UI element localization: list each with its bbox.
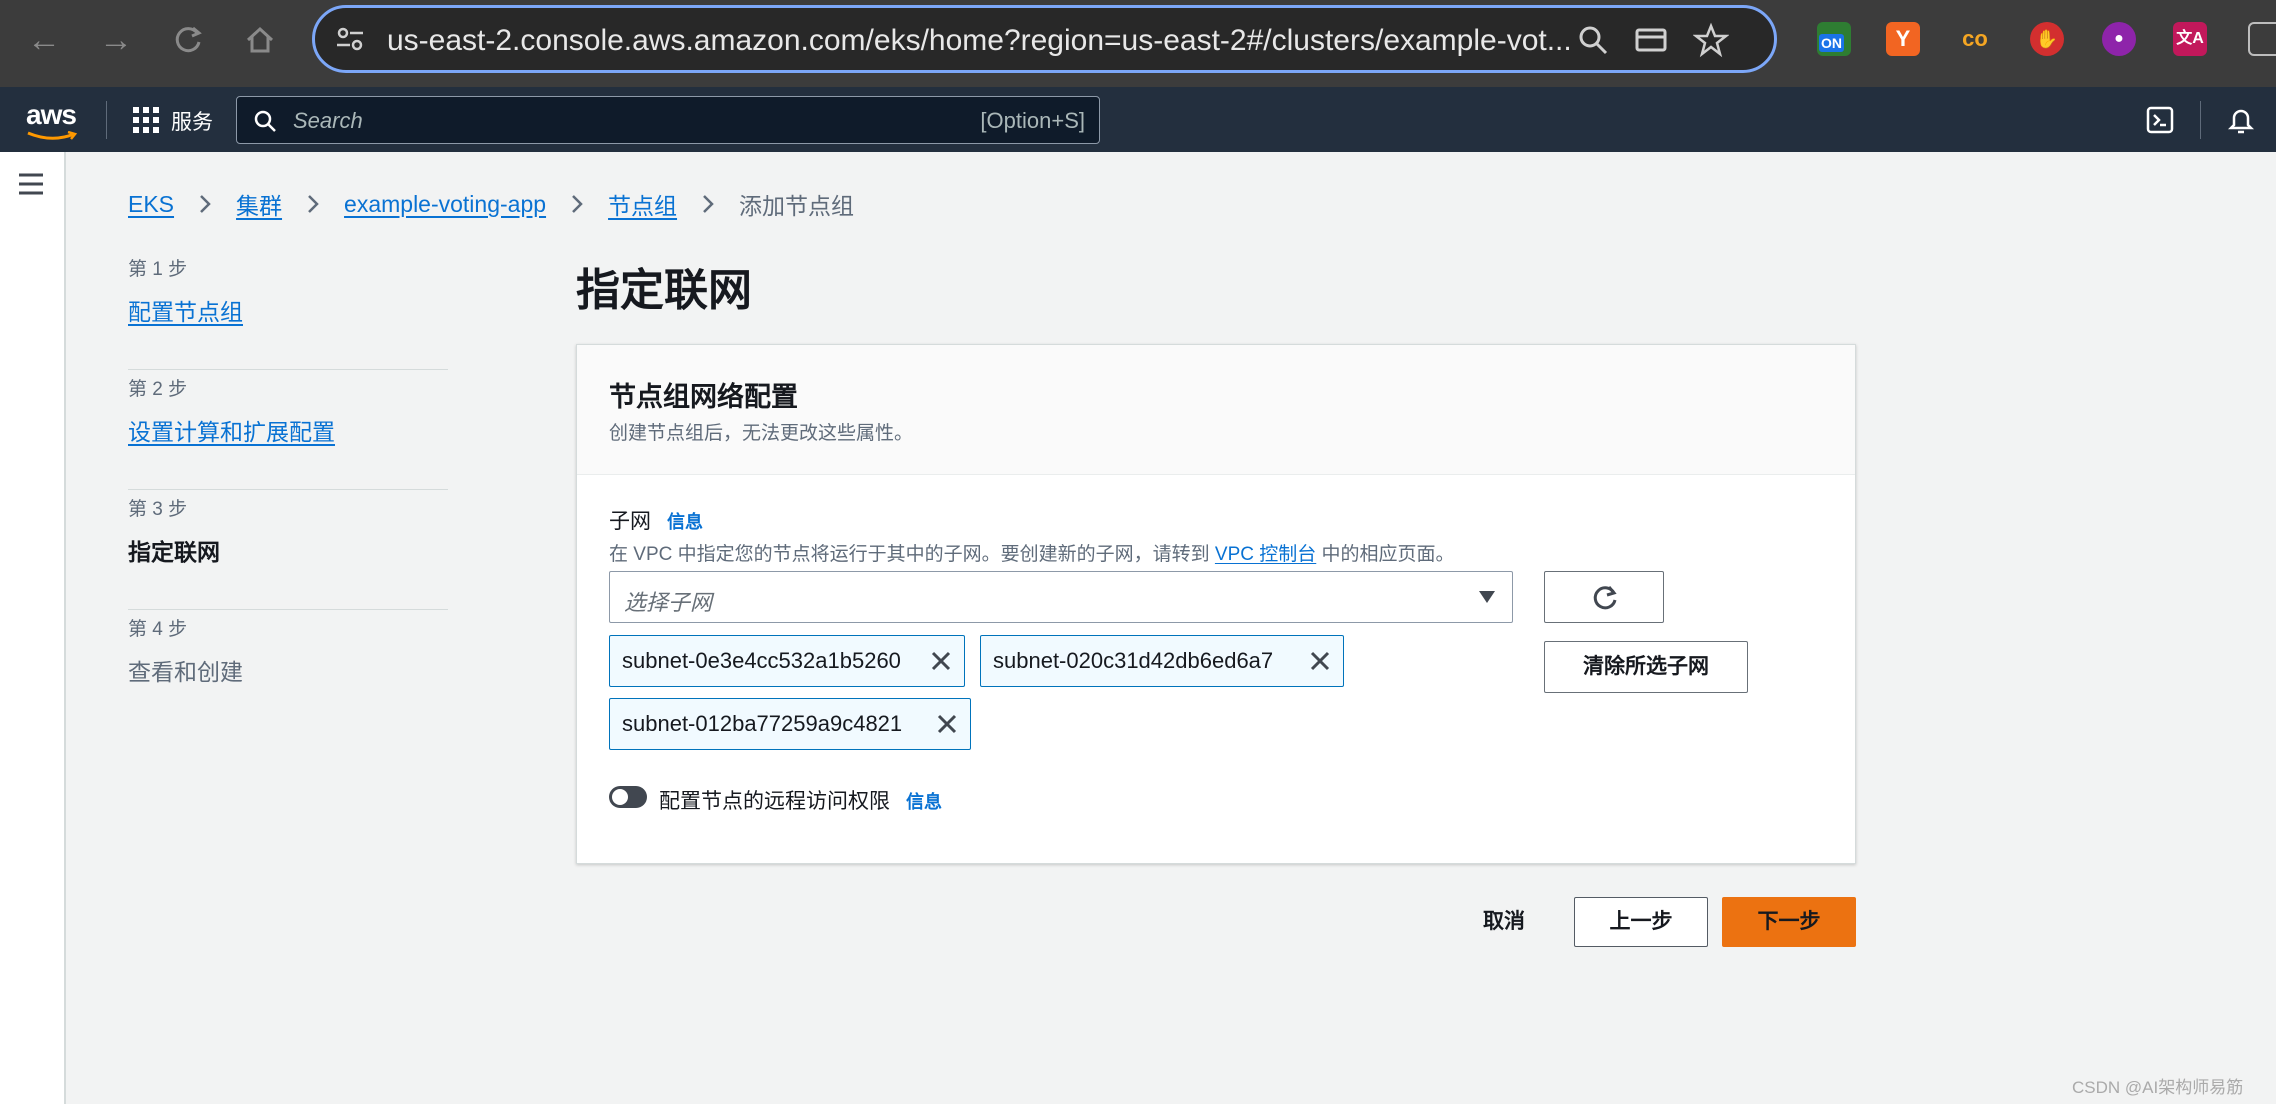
chevron-right-icon <box>200 195 211 213</box>
page-title: 指定联网 <box>576 266 752 315</box>
chevron-right-icon <box>703 195 714 213</box>
cancel-button[interactable]: 取消 <box>1452 898 1556 946</box>
subnet-field-label: 子网 信息 <box>609 505 703 535</box>
site-settings-icon[interactable] <box>333 22 367 56</box>
step-number: 第 2 步 <box>128 379 188 400</box>
menu-hamburger-icon[interactable] <box>18 172 44 196</box>
forward-arrow-icon[interactable]: → <box>94 18 138 62</box>
refresh-icon <box>1593 586 1617 610</box>
back-arrow-icon[interactable]: ← <box>22 18 66 62</box>
step-number: 第 3 步 <box>128 499 188 520</box>
zoom-icon[interactable] <box>1575 22 1611 58</box>
url-text[interactable]: us-east-2.console.aws.amazon.com/eks/hom… <box>387 24 1587 58</box>
wizard-step-4: 第 4 步 查看和创建 <box>128 610 448 730</box>
previous-button[interactable]: 上一步 <box>1574 897 1708 947</box>
step-review-create: 查看和创建 <box>128 659 243 685</box>
subnet-token: subnet-0e3e4cc532a1b5260 <box>609 635 965 687</box>
container-header: 节点组网络配置 创建节点组后，无法更改这些属性。 <box>577 345 1855 475</box>
aws-logo[interactable]: aws <box>26 99 77 131</box>
address-bar[interactable]: us-east-2.console.aws.amazon.com/eks/hom… <box>312 5 1777 73</box>
wizard-steps: 第 1 步 配置节点组 第 2 步 设置计算和扩展配置 第 3 步 指定联网 第… <box>128 250 448 730</box>
side-navigation-rail <box>0 152 66 1104</box>
caret-down-icon <box>1479 591 1495 603</box>
search-icon <box>254 110 276 132</box>
wizard-step-3: 第 3 步 指定联网 <box>128 490 448 610</box>
subnet-desc-text-end: 中的相应页面。 <box>1316 544 1455 565</box>
close-icon[interactable] <box>936 713 958 735</box>
chevron-right-icon <box>308 195 319 213</box>
y-extension-icon[interactable]: Y <box>1886 22 1920 56</box>
co-extension-icon[interactable]: co <box>1958 22 1992 56</box>
cloudshell-icon[interactable] <box>2146 106 2174 134</box>
remote-access-toggle[interactable] <box>609 786 647 808</box>
refresh-subnets-button[interactable] <box>1544 571 1664 623</box>
wizard-step-1: 第 1 步 配置节点组 <box>128 250 448 370</box>
bookmark-star-icon[interactable] <box>1693 22 1729 58</box>
stop-hand-extension-icon[interactable]: ✋ <box>2030 22 2064 56</box>
search-shortcut: [Option+S] <box>980 108 1085 133</box>
search-placeholder: Search <box>293 108 363 133</box>
notifications-bell-icon[interactable] <box>2226 105 2256 135</box>
wizard-step-2: 第 2 步 设置计算和扩展配置 <box>128 370 448 490</box>
watermark: CSDN @AI架构师易筋 <box>2072 1078 2244 1097</box>
breadcrumb-current: 添加节点组 <box>739 193 855 219</box>
extensions-puzzle-icon[interactable] <box>2248 22 2276 56</box>
subnet-info-link[interactable]: 信息 <box>667 512 703 532</box>
on-extension-icon[interactable]: ON <box>1817 22 1851 56</box>
translate-extension-icon[interactable]: 文A <box>2173 22 2207 56</box>
subnet-desc-text: 在 VPC 中指定您的节点将运行于其中的子网。要创建新的子网，请转到 <box>609 544 1215 565</box>
step-number: 第 4 步 <box>128 619 188 640</box>
services-menu[interactable]: 服务 <box>171 106 213 136</box>
home-icon[interactable] <box>238 18 282 62</box>
reload-icon[interactable] <box>166 18 210 62</box>
aws-smile-icon <box>27 131 78 140</box>
breadcrumb-cluster-name[interactable]: example-voting-app <box>344 191 546 218</box>
subnet-token-label: subnet-012ba77259a9c4821 <box>622 711 903 736</box>
nav-divider <box>2200 101 2201 139</box>
breadcrumb-clusters[interactable]: 集群 <box>236 187 282 221</box>
close-icon[interactable] <box>1309 650 1331 672</box>
subnet-select[interactable]: 选择子网 <box>609 571 1513 623</box>
subnet-token: subnet-012ba77259a9c4821 <box>609 698 971 750</box>
aws-top-nav: aws 服务 Search [Option+S] <box>0 87 2276 152</box>
chevron-right-icon <box>572 195 583 213</box>
subnet-token-label: subnet-0e3e4cc532a1b5260 <box>622 648 901 673</box>
subnet-token-label: subnet-020c31d42db6ed6a7 <box>993 648 1274 673</box>
breadcrumb: EKS 集群 example-voting-app 节点组 添加节点组 <box>128 187 855 221</box>
subnet-select-placeholder: 选择子网 <box>624 590 713 615</box>
browser-toolbar: ← → us-east-2.console.aws.amazon.com/eks… <box>0 0 2276 87</box>
next-button[interactable]: 下一步 <box>1722 897 1856 947</box>
step-number: 第 1 步 <box>128 259 188 280</box>
container-title: 节点组网络配置 <box>609 382 798 412</box>
network-config-container: 节点组网络配置 创建节点组后，无法更改这些属性。 子网 信息 在 VPC 中指定您… <box>576 344 1856 864</box>
search-input[interactable]: Search [Option+S] <box>236 96 1100 144</box>
breadcrumb-node-groups[interactable]: 节点组 <box>608 187 677 221</box>
subnet-description: 在 VPC 中指定您的节点将运行于其中的子网。要创建新的子网，请转到 VPC 控… <box>609 539 1455 566</box>
step-link-compute-scaling[interactable]: 设置计算和扩展配置 <box>128 413 335 447</box>
nav-divider <box>106 101 107 139</box>
services-grid-icon[interactable] <box>133 107 159 133</box>
step-link-configure-node-group[interactable]: 配置节点组 <box>128 293 243 327</box>
remote-access-label-text: 配置节点的远程访问权限 <box>659 790 890 813</box>
vpc-console-link[interactable]: VPC 控制台 <box>1215 544 1316 565</box>
brain-extension-icon[interactable]: ● <box>2102 22 2136 56</box>
subnet-token: subnet-020c31d42db6ed6a7 <box>980 635 1344 687</box>
subnet-label-text: 子网 <box>609 510 651 533</box>
remote-access-label: 配置节点的远程访问权限 信息 <box>659 785 942 815</box>
close-icon[interactable] <box>930 650 952 672</box>
card-icon[interactable] <box>1633 22 1669 58</box>
breadcrumb-eks[interactable]: EKS <box>128 191 174 218</box>
step-current-networking: 指定联网 <box>128 539 220 565</box>
clear-selected-subnets-button[interactable]: 清除所选子网 <box>1544 641 1748 693</box>
remote-access-info-link[interactable]: 信息 <box>906 792 942 812</box>
container-description: 创建节点组后，无法更改这些属性。 <box>609 423 914 444</box>
toggle-knob <box>612 789 628 805</box>
